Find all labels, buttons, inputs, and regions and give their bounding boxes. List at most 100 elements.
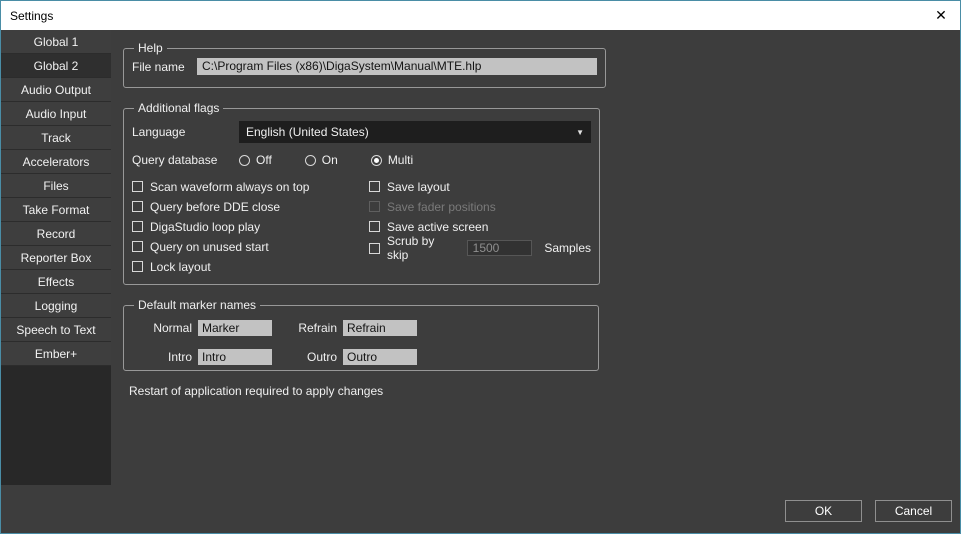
ok-button[interactable]: OK [785, 500, 862, 522]
sidebar-item[interactable]: Reporter Box [1, 246, 111, 270]
checkbox-row[interactable]: Scan waveform always on top [132, 180, 369, 193]
radio-button-icon [305, 155, 316, 166]
sidebar-item-label: Global 1 [34, 35, 79, 49]
sidebar-item-label: Effects [38, 275, 74, 289]
close-icon: ✕ [935, 7, 947, 24]
scrub-unit-label: Samples [544, 241, 591, 255]
sidebar-item-label: Reporter Box [21, 251, 92, 265]
sidebar-item-label: Speech to Text [16, 323, 95, 337]
sidebar-item[interactable]: Files [1, 174, 111, 198]
file-name-label: File name [132, 60, 197, 74]
checkbox-row[interactable]: Save fader positions [369, 200, 591, 213]
radio-option-label: On [322, 153, 338, 167]
sidebar-item-label: Files [43, 179, 68, 193]
help-group-legend: Help [134, 41, 167, 55]
settings-page-global2: Help File name C:\Program Files (x86)\Di… [111, 30, 960, 533]
sidebar-item[interactable]: Audio Output [1, 78, 111, 102]
checkbox-row[interactable]: Save layout [369, 180, 591, 193]
checkbox-label: Lock layout [150, 260, 211, 274]
sidebar-item-label: Accelerators [23, 155, 90, 169]
sidebar-item[interactable]: Accelerators [1, 150, 111, 174]
default-marker-names-group: Default marker names Normal Marker Refra… [123, 298, 599, 371]
query-database-row: Query database Off On Multi [132, 153, 591, 167]
close-button[interactable]: ✕ [928, 4, 954, 27]
radio-option-label: Multi [388, 153, 413, 167]
language-row: Language English (United States) ▼ [132, 121, 591, 143]
additional-flags-group: Additional flags Language English (Unite… [123, 101, 600, 285]
window-title: Settings [10, 9, 53, 23]
help-group: Help File name C:\Program Files (x86)\Di… [123, 41, 606, 88]
checkbox-label: Query on unused start [150, 240, 269, 254]
sidebar-item[interactable]: Logging [1, 294, 111, 318]
marker-field-pair: Refrain Refrain [277, 320, 417, 336]
sidebar-item[interactable]: Track [1, 126, 111, 150]
flag-checkbox-column-left: Scan waveform always on top Query before… [132, 180, 369, 280]
sidebar-item-label: Audio Output [21, 83, 91, 97]
file-name-row: File name C:\Program Files (x86)\DigaSys… [132, 58, 597, 75]
radio-option[interactable]: Off [239, 153, 272, 167]
language-selected-value: English (United States) [246, 125, 369, 139]
radio-button-icon [371, 155, 382, 166]
default-marker-names-legend: Default marker names [134, 298, 260, 312]
title-bar: Settings ✕ [1, 1, 960, 30]
marker-field-label: Outro [277, 350, 337, 364]
restart-note: Restart of application required to apply… [129, 384, 383, 398]
scrub-by-skip-row[interactable]: Scrub by skip 1500 Samples [369, 240, 591, 256]
marker-name-input[interactable]: Refrain [343, 320, 417, 336]
marker-field-pair: Normal Marker [132, 320, 272, 336]
checkbox-row[interactable]: Save active screen [369, 220, 591, 233]
query-database-radio-group: Off On Multi [239, 153, 446, 167]
marker-name-fields: Normal Marker Refrain Refrain Intro Intr… [132, 320, 590, 365]
checkbox-icon [132, 201, 143, 212]
checkbox-icon [369, 243, 380, 254]
sidebar-item[interactable]: Record [1, 222, 111, 246]
marker-field-label: Intro [132, 350, 192, 364]
checkbox-row[interactable]: Lock layout [132, 260, 369, 273]
additional-flags-legend: Additional flags [134, 101, 223, 115]
radio-option[interactable]: On [305, 153, 338, 167]
checkbox-label: Query before DDE close [150, 200, 280, 214]
checkbox-label: DigaStudio loop play [150, 220, 260, 234]
sidebar-item-label: Take Format [23, 203, 90, 217]
sidebar-item[interactable]: Effects [1, 270, 111, 294]
marker-field-pair: Intro Intro [132, 349, 272, 365]
flag-checkboxes: Scan waveform always on top Query before… [132, 180, 591, 280]
marker-name-input[interactable]: Outro [343, 349, 417, 365]
sidebar-item-label: Record [37, 227, 76, 241]
checkbox-row[interactable]: Query on unused start [132, 240, 369, 253]
sidebar: Global 1 Global 2 Audio Output Audio Inp… [1, 30, 111, 485]
help-file-name-field[interactable]: C:\Program Files (x86)\DigaSystem\Manual… [197, 58, 597, 75]
checkbox-icon [369, 201, 380, 212]
radio-option-label: Off [256, 153, 272, 167]
sidebar-item[interactable]: Ember+ [1, 342, 111, 366]
checkbox-icon [132, 241, 143, 252]
marker-field-pair: Outro Outro [277, 349, 417, 365]
language-select[interactable]: English (United States) ▼ [239, 121, 591, 143]
sidebar-item[interactable]: Speech to Text [1, 318, 111, 342]
checkbox-icon [132, 181, 143, 192]
marker-name-input[interactable]: Marker [198, 320, 272, 336]
checkbox-row[interactable]: Query before DDE close [132, 200, 369, 213]
checkbox-row[interactable]: DigaStudio loop play [132, 220, 369, 233]
checkbox-label: Save active screen [387, 220, 488, 234]
sidebar-item[interactable]: Audio Input [1, 102, 111, 126]
cancel-button[interactable]: Cancel [875, 500, 952, 522]
sidebar-item-label: Track [41, 131, 71, 145]
checkbox-label: Save fader positions [387, 200, 496, 214]
marker-name-input[interactable]: Intro [198, 349, 272, 365]
checkbox-icon [369, 221, 380, 232]
flag-checkbox-column-right: Save layout Save fader positions Save ac… [369, 180, 591, 280]
radio-option[interactable]: Multi [371, 153, 413, 167]
scrub-samples-field[interactable]: 1500 [467, 240, 533, 256]
sidebar-item-label: Ember+ [35, 347, 77, 361]
checkbox-icon [369, 181, 380, 192]
checkbox-icon [132, 221, 143, 232]
sidebar-item-label: Logging [35, 299, 78, 313]
sidebar-item[interactable]: Take Format [1, 198, 111, 222]
settings-window: Settings ✕ Global 1 Global 2 Audio Outpu… [0, 0, 961, 534]
sidebar-item[interactable]: Global 1 [1, 30, 111, 54]
scrub-by-skip-label: Scrub by skip [387, 234, 454, 262]
sidebar-item[interactable]: Global 2 [1, 54, 111, 78]
marker-field-label: Normal [132, 321, 192, 335]
checkbox-label: Save layout [387, 180, 450, 194]
